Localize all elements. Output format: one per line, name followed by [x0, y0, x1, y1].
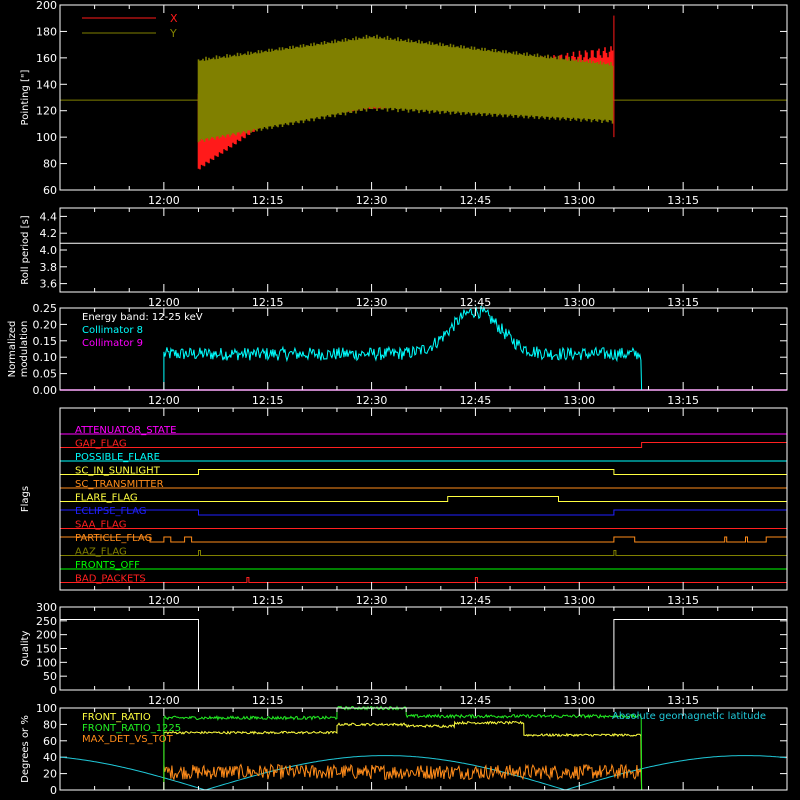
- y-tick-label: 4.4: [40, 210, 58, 223]
- y-axis-label: Quality: [20, 631, 31, 667]
- x-tick-label: 13:00: [563, 394, 595, 407]
- y-tick-label: 0.00: [33, 384, 58, 397]
- y-tick-label: 0.15: [33, 335, 58, 348]
- y-tick-label: 300: [36, 601, 57, 614]
- x-tick-label: 12:15: [252, 694, 284, 707]
- y-tick-label: 150: [36, 643, 57, 656]
- y-axis-label: Roll period [s]: [20, 215, 31, 284]
- y-tick-label: 3.8: [40, 261, 58, 274]
- series-y-pointing: [197, 34, 614, 143]
- y-tick-label: 80: [43, 718, 57, 731]
- flag-trace: [60, 577, 787, 583]
- y-axis-label: Flags: [20, 486, 31, 512]
- flag-trace: [60, 550, 787, 556]
- panel-frame-1: [59, 207, 788, 293]
- y-tick-label: 4.2: [40, 227, 58, 240]
- flag-label: PARTICLE_FLAG: [75, 533, 152, 544]
- x-tick-label: 12:30: [356, 394, 388, 407]
- x-tick-label: 13:00: [563, 194, 595, 207]
- x-tick-label: 12:15: [252, 394, 284, 407]
- y-tick-label: 100: [36, 702, 57, 715]
- y-tick-label: 3.6: [40, 278, 58, 291]
- x-tick-label: 12:00: [148, 194, 180, 207]
- series-max-det-vs-tot: [163, 763, 643, 791]
- legend-label-collimator8: Collimator 8: [82, 325, 143, 336]
- y-tick-label: 0.20: [33, 318, 58, 331]
- legend-label-front-ratio-1225: FRONT_RATIO_1225: [82, 723, 181, 734]
- y-tick-label: 100: [36, 656, 57, 669]
- x-tick-label: 13:15: [667, 694, 699, 707]
- energy-band-annotation: Energy band: 12-25 keV: [82, 312, 203, 323]
- x-tick-label: 13:00: [563, 594, 595, 607]
- legend-label-max-det: MAX_DET_VS_TOT: [82, 734, 174, 745]
- series-quality: [60, 618, 787, 691]
- y-tick-label: 160: [36, 52, 57, 65]
- x-tick-label: 12:00: [148, 594, 180, 607]
- x-tick-label: 12:15: [252, 296, 284, 309]
- x-tick-label: 12:45: [460, 394, 492, 407]
- x-tick-label: 13:15: [667, 296, 699, 309]
- y-tick-label: 140: [36, 78, 57, 91]
- x-tick-label: 12:00: [148, 694, 180, 707]
- y-tick-label: 0.10: [33, 351, 58, 364]
- x-tick-label: 12:15: [252, 194, 284, 207]
- y-tick-label: 0: [50, 684, 57, 697]
- flag-trace: [60, 496, 787, 502]
- x-tick-label: 12:00: [148, 296, 180, 309]
- y-tick-label: 120: [36, 105, 57, 118]
- y-tick-label: 40: [43, 751, 57, 764]
- x-tick-label: 12:00: [148, 394, 180, 407]
- legend-label-collimator9: Collimator 9: [82, 338, 143, 349]
- legend-label-front-ratio: FRONT_RATIO: [82, 712, 151, 723]
- x-tick-label: 12:45: [460, 694, 492, 707]
- y-axis-label: Normalized: [7, 321, 18, 378]
- flag-trace: [60, 442, 788, 448]
- y-tick-label: 50: [43, 670, 57, 683]
- x-tick-label: 13:15: [667, 394, 699, 407]
- legend-label-geomagnetic: Absolute geomagnetic latitude: [612, 711, 766, 722]
- series-y-band: [197, 34, 614, 143]
- y-tick-label: 200: [36, 629, 57, 642]
- x-tick-label: 13:00: [563, 694, 595, 707]
- flag-trace: [59, 509, 788, 516]
- y-tick-label: 60: [43, 735, 57, 748]
- y-axis-label: modulation: [19, 321, 30, 378]
- x-tick-label: 12:45: [460, 594, 492, 607]
- x-tick-label: 12:15: [252, 594, 284, 607]
- y-tick-label: 250: [36, 615, 57, 628]
- flag-label: ECLIPSE_FLAG: [75, 506, 146, 517]
- x-tick-label: 13:15: [667, 194, 699, 207]
- y-tick-label: 100: [36, 131, 57, 144]
- y-tick-label: 60: [43, 184, 57, 197]
- x-tick-label: 12:45: [460, 194, 492, 207]
- x-tick-label: 12:30: [356, 694, 388, 707]
- y-tick-label: 0.25: [33, 302, 58, 315]
- y-axis-label: Degrees or %: [20, 715, 31, 783]
- series-collimator8: [163, 305, 643, 391]
- rhessi-quicklook-chart: 6080100120140160180200Pointing ["]XY12:0…: [7, 0, 788, 797]
- x-tick-label: 13:15: [667, 594, 699, 607]
- y-axis-label: Pointing ["]: [20, 69, 31, 125]
- y-tick-label: 80: [43, 158, 57, 171]
- y-tick-label: 180: [36, 25, 57, 38]
- x-tick-label: 12:30: [356, 296, 388, 309]
- x-tick-label: 12:30: [356, 594, 388, 607]
- legend-label-y: Y: [169, 27, 177, 40]
- y-tick-label: 0.05: [33, 368, 58, 381]
- x-tick-label: 13:00: [563, 296, 595, 309]
- y-tick-label: 20: [43, 768, 57, 781]
- flag-trace: [59, 536, 788, 543]
- flag-trace: [60, 469, 787, 475]
- x-tick-label: 12:30: [356, 194, 388, 207]
- legend-label-x: X: [170, 12, 178, 25]
- y-tick-label: 4.0: [40, 244, 58, 257]
- y-tick-label: 0: [50, 784, 57, 797]
- y-tick-label: 200: [36, 0, 57, 12]
